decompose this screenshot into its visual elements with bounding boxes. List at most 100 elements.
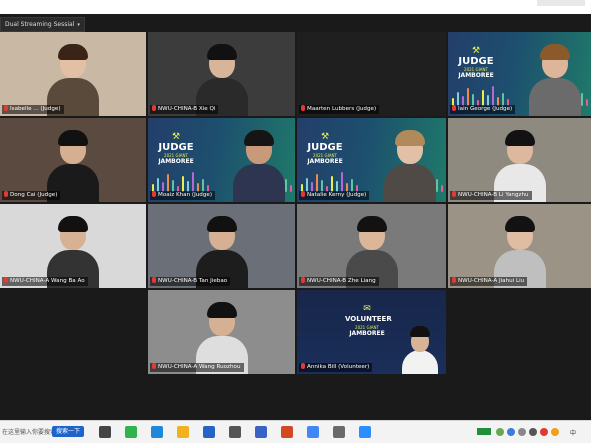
person-hair (206, 302, 237, 318)
participant-name-text: Isabelle ... (Judge) (10, 106, 61, 112)
edge-icon[interactable] (151, 426, 163, 438)
wechat-icon[interactable] (125, 426, 137, 438)
participant-name-text: Iain George (Judge) (458, 106, 513, 112)
badge-text: JUDGE (458, 56, 494, 67)
equalizer-bar (492, 86, 494, 106)
participant-name: Iain George (Judge) (450, 105, 516, 114)
participant-tile[interactable]: NWU-CHINA-A Jiahui Liu (448, 204, 591, 288)
person-hair (206, 44, 237, 60)
mic-muted-icon (152, 277, 156, 283)
camera-icon[interactable] (333, 426, 345, 438)
participant-name-text: NWU-CHINA-B Zhe Liang (307, 278, 376, 284)
participant-name: Dong Cai (Judge) (2, 191, 61, 200)
equalizer-bar (157, 178, 159, 192)
badge-text: JAMBOREE (158, 158, 194, 165)
equalizer-graphic (152, 170, 212, 192)
tray-app-icon[interactable] (496, 428, 504, 436)
participant-name: NWU-CHINA-A Wang Ba Ao (2, 277, 88, 286)
equalizer-bar (285, 179, 287, 192)
video-background (297, 32, 446, 116)
participant-tile[interactable]: Dong Cai (Judge) (0, 118, 146, 202)
equalizer-graphic (301, 170, 361, 192)
view-dropdown[interactable]: Dual Streaming Sessial ▾ (0, 17, 85, 32)
taskbar-search-button[interactable]: 搜索一下 (52, 426, 85, 437)
equalizer-bar (586, 99, 588, 106)
equalizer-bar (290, 185, 292, 192)
speech-bubble-icon: ✉ (363, 304, 371, 314)
equalizer-bar (467, 88, 469, 106)
store-icon[interactable] (229, 426, 241, 438)
equalizer-bar (182, 176, 184, 192)
file-explorer-icon[interactable] (177, 426, 189, 438)
participant-name: NWU-CHINA-B Li Yangzhu (450, 191, 532, 200)
mic-muted-icon (452, 191, 456, 197)
equalizer-bar (341, 172, 343, 192)
person-hair (244, 130, 274, 146)
view-dropdown-label: Dual Streaming Sessial (5, 21, 75, 28)
participant-tile[interactable]: ⚒ JUDGE 2021 GIANT JAMBOREE Natalie Kerny (J… (297, 118, 446, 202)
participant-name: NWU-CHINA-A Jiahui Liu (450, 277, 528, 286)
visio-icon[interactable] (255, 426, 267, 438)
badge-text: JAMBOREE (349, 330, 385, 337)
badge-text: JAMBOREE (307, 158, 343, 165)
participant-tile[interactable]: NWU-CHINA-B Xie Qi (148, 32, 295, 116)
zoom-icon[interactable] (359, 426, 371, 438)
participant-tile[interactable]: NWU-CHINA-B Tan Jiebao (148, 204, 295, 288)
person-hair (410, 326, 430, 337)
gavel-icon: ⚒ (171, 132, 181, 142)
person-hair (504, 130, 535, 146)
chevron-down-icon: ▾ (77, 22, 80, 28)
gavel-icon: ⚒ (320, 132, 330, 142)
participant-tile[interactable]: Maarten Lubbers (Judge) (297, 32, 446, 116)
equalizer-bar (441, 185, 443, 192)
participant-name: NWU-CHINA-B Xie Qi (150, 105, 219, 114)
participant-name: Natalie Kerny (Judge) (299, 191, 370, 200)
judge-badge: ⚒ JUDGE 2021 GIANT JAMBOREE (156, 132, 196, 165)
participant-tile[interactable]: Isabelle ... (Judge) (0, 32, 146, 116)
battery-icon[interactable] (529, 428, 537, 436)
chrome-icon[interactable] (307, 426, 319, 438)
participant-name-text: Natalie Kerny (Judge) (307, 192, 367, 198)
participant-tile[interactable]: NWU-CHINA-A Wang Ruozhou (148, 290, 295, 374)
mail-icon[interactable] (203, 426, 215, 438)
equalizer-bar (316, 174, 318, 192)
task-view-icon[interactable] (99, 426, 111, 438)
person-hair (395, 130, 425, 146)
powerpoint-icon[interactable] (281, 426, 293, 438)
participant-name-text: NWU-CHINA-B Xie Qi (158, 106, 216, 112)
judge-badge: ⚒ JUDGE 2021 GIANT JAMBOREE (456, 46, 496, 79)
person-hair (356, 216, 387, 232)
mic-muted-icon (152, 363, 156, 369)
window-controls[interactable] (537, 0, 585, 6)
participant-tile[interactable]: ⚒ JUDGE 2021 GIANT JAMBOREE Iain George (Jud… (448, 32, 591, 116)
badge-text: JUDGE (307, 142, 343, 153)
participant-tile[interactable]: ✉ VOLUNTEER 2021 GIANT JAMBOREE Annika Bill … (297, 290, 446, 374)
tray-app-icon[interactable] (540, 428, 548, 436)
equalizer-bar (331, 176, 333, 192)
person-hair (504, 216, 535, 232)
badge-text: JUDGE (158, 142, 194, 153)
tray-app-icon[interactable] (507, 428, 515, 436)
participant-tile[interactable]: NWU-CHINA-B Zhe Liang (297, 204, 446, 288)
equalizer-bar (306, 178, 308, 192)
participant-video (384, 130, 436, 202)
input-method-indicator[interactable]: 中 (570, 428, 576, 437)
participant-name-text: NWU-CHINA-B Tan Jiebao (158, 278, 228, 284)
person-hair (540, 44, 570, 60)
participant-tile[interactable]: ⚒ JUDGE 2021 GIANT JAMBOREE Moaiz Khan (Judg… (148, 118, 295, 202)
participant-name-text: NWU-CHINA-A Jiahui Liu (458, 278, 525, 284)
mic-muted-icon (4, 277, 8, 283)
mic-muted-icon (4, 191, 8, 197)
volume-icon[interactable] (518, 428, 526, 436)
participant-tile[interactable]: NWU-CHINA-A Wang Ba Ao (0, 204, 146, 288)
network-status-icon[interactable] (477, 428, 491, 435)
judge-badge: ⚒ JUDGE 2021 GIANT JAMBOREE (305, 132, 345, 165)
badge-text: JAMBOREE (458, 72, 494, 79)
zoom-meeting-window: Dual Streaming Sessial ▾ Isabelle ... (Ju… (0, 14, 591, 420)
participant-name: Isabelle ... (Judge) (2, 105, 64, 114)
mic-muted-icon (452, 277, 456, 283)
equalizer-bar (457, 92, 459, 106)
participant-tile[interactable]: NWU-CHINA-B Li Yangzhu (448, 118, 591, 202)
participant-name: NWU-CHINA-A Wang Ruozhou (150, 363, 244, 372)
tray-app-icon[interactable] (551, 428, 559, 436)
